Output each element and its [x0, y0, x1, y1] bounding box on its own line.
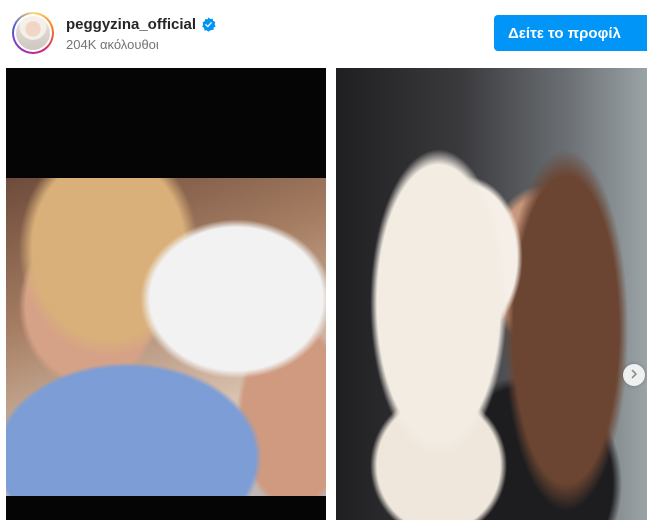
photo-woman-dog [336, 68, 647, 520]
view-profile-button[interactable]: Δείτε το προφίλ [494, 15, 647, 51]
media-carousel[interactable] [0, 68, 647, 520]
avatar-ring-inner [14, 14, 52, 52]
carousel-slide-1[interactable] [6, 68, 326, 520]
username-link[interactable]: peggyzina_official [66, 16, 196, 33]
username-row: peggyzina_official [66, 14, 216, 34]
profile-avatar[interactable] [12, 12, 54, 54]
photo-mother-newborn [6, 178, 326, 496]
follower-count: 204K ακόλουθοι [66, 37, 159, 52]
avatar-photo [16, 16, 50, 50]
instagram-embed: peggyzina_official 204K ακόλουθοι Δείτε … [0, 0, 647, 520]
carousel-slide-2[interactable] [336, 68, 647, 520]
chevron-right-icon [629, 366, 639, 384]
verified-badge-icon [201, 16, 216, 32]
carousel-next-button[interactable] [623, 364, 645, 386]
post-header: peggyzina_official 204K ακόλουθοι Δείτε … [0, 0, 647, 66]
